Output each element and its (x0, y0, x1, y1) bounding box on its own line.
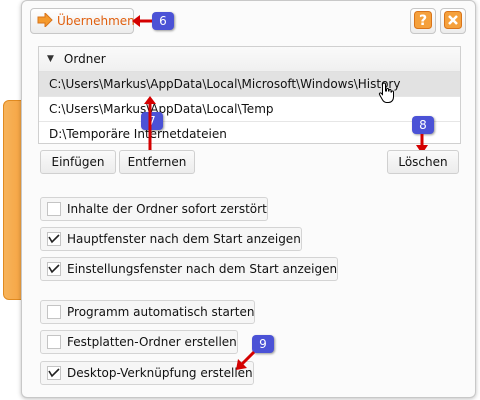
option-create-desktop-shortcut[interactable]: Desktop-Verknüpfung erstellen (40, 361, 254, 385)
collapse-triangle-icon: ▼ (47, 54, 54, 64)
checkbox-unchecked[interactable] (47, 335, 61, 349)
option-show-settings-window[interactable]: Einstellungsfenster nach dem Start anzei… (40, 257, 339, 281)
checkbox-unchecked[interactable] (47, 202, 61, 216)
apply-button[interactable]: Übernehmen (30, 8, 135, 34)
remove-button[interactable]: Entfernen (119, 150, 195, 174)
checkmark-icon (48, 264, 60, 274)
option-label: Desktop-Verknüpfung erstellen (67, 366, 253, 380)
hand-cursor-icon (378, 82, 394, 103)
folder-list-header-label: Ordner (63, 52, 106, 66)
option-label: Inhalte der Ordner sofort zerstört (67, 202, 267, 216)
question-icon: ? (414, 10, 432, 32)
option-create-disk-folder[interactable]: Festplatten-Ordner erstellen (40, 330, 238, 354)
help-button[interactable]: ? (410, 8, 436, 34)
option-autostart[interactable]: Programm automatisch starten (40, 300, 256, 324)
callout-arrow-6 (132, 15, 153, 27)
folder-list-item[interactable]: C:\Users\Markus\AppData\Local\Microsoft\… (39, 72, 460, 97)
close-button[interactable] (440, 8, 466, 34)
add-button[interactable]: Einfügen (40, 150, 116, 174)
apply-button-label: Übernehmen (57, 14, 135, 28)
close-icon (444, 10, 462, 32)
option-label: Festplatten-Ordner erstellen (67, 335, 237, 349)
option-label: Einstellungsfenster nach dem Start anzei… (67, 262, 338, 276)
option-label: Hauptfenster nach dem Start anzeigen (67, 232, 301, 246)
callout-badge-8: 8 (412, 116, 434, 134)
option-destroy-contents[interactable]: Inhalte der Ordner sofort zerstört (40, 197, 268, 221)
folder-list-item[interactable]: D:\Temporäre Internetdateien (39, 122, 460, 146)
folder-list-item[interactable]: C:\Users\Markus\AppData\Local\Temp (39, 97, 460, 122)
checkbox-checked[interactable] (47, 262, 61, 276)
folder-list-header[interactable]: ▼ Ordner (39, 47, 460, 72)
checkmark-icon (48, 368, 60, 378)
callout-badge-6: 6 (152, 12, 174, 30)
option-show-main-window[interactable]: Hauptfenster nach dem Start anzeigen (40, 227, 302, 251)
arrow-right-icon (37, 11, 53, 30)
svg-text:?: ? (419, 13, 427, 29)
checkmark-icon (48, 234, 60, 244)
option-label: Programm automatisch starten (67, 305, 255, 319)
checkbox-checked[interactable] (47, 366, 61, 380)
delete-button[interactable]: Löschen (387, 150, 459, 174)
checkbox-checked[interactable] (47, 232, 61, 246)
folder-list: ▼ Ordner C:\Users\Markus\AppData\Local\M… (38, 46, 461, 144)
callout-arrow-9 (236, 350, 256, 370)
checkbox-unchecked[interactable] (47, 305, 61, 319)
